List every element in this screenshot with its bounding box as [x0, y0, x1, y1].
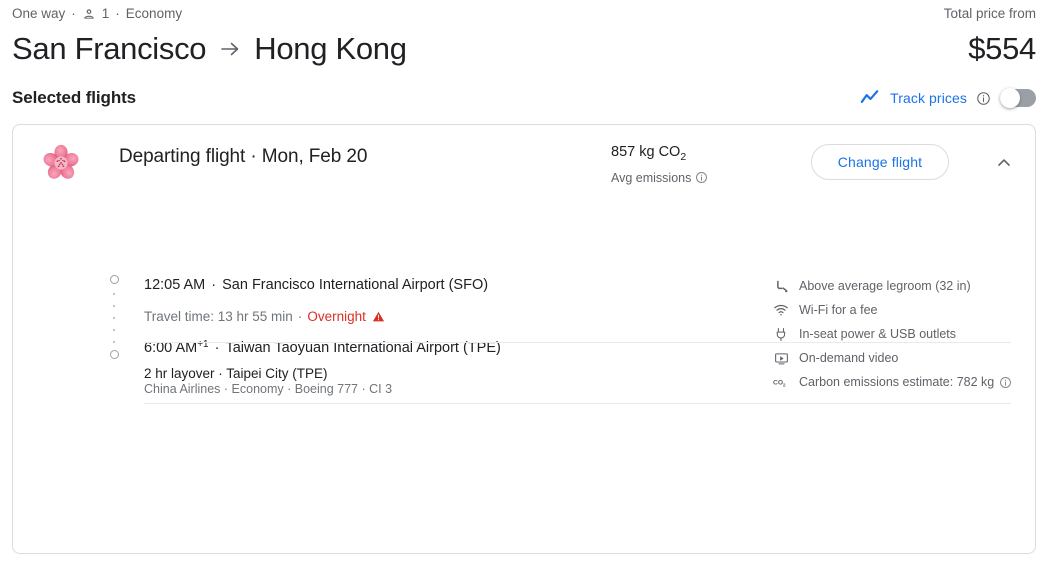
amenity-legroom-label: Above average legroom (32 in) [799, 279, 971, 293]
origin-city: San Francisco [12, 31, 207, 66]
segment-1-travel-time: Travel time: 13 hr 55 min [144, 309, 293, 324]
avg-emissions-block: 857 kg CO2 Avg emissions [611, 143, 708, 187]
destination-city: Hong Kong [254, 31, 407, 66]
amenity-wifi-label: Wi-Fi for a fee [799, 303, 878, 317]
amenity-legroom: Above average legroom (32 in) [773, 274, 1033, 298]
bullet-separator-2: · [214, 340, 220, 356]
bullet-separator: · [211, 277, 217, 293]
power-plug-icon [773, 327, 789, 342]
selected-flights-bar: Selected flights Track prices [12, 88, 1036, 108]
person-icon [82, 7, 96, 21]
total-price-label: Total price from [943, 6, 1036, 21]
segment-1-depart-time: 12:05 AM [144, 277, 206, 293]
toggle-knob [1000, 88, 1020, 108]
legroom-icon [773, 279, 789, 294]
segment-1-arrive-row: 6:00 AM +1 · Taiwan Taoyuan International… [144, 339, 501, 357]
carbon-info-icon[interactable] [999, 376, 1012, 389]
page-header: One way · 1 · Economy San Francisco Hong… [12, 6, 1036, 68]
amenity-video: On-demand video [773, 346, 1033, 370]
separator-dot: · [71, 6, 76, 21]
total-price-block: Total price from $554 [943, 6, 1037, 68]
avg-emissions-label: Avg emissions [611, 170, 692, 185]
svg-text:CO: CO [773, 379, 783, 386]
co2-icon: CO 2 [773, 376, 789, 388]
airline-logo-icon [39, 141, 83, 185]
segment-1-depart-airport: San Francisco International Airport (SFO… [222, 277, 489, 293]
segment-1-arrive-time: 6:00 AM [144, 340, 198, 356]
avg-emissions-amount: 857 kg CO2 [611, 143, 708, 167]
segment-1-amenities: Above average legroom (32 in) Wi-Fi for … [773, 274, 1033, 394]
trip-summary: One way · 1 · Economy [12, 6, 1036, 22]
arrow-right-icon [218, 37, 242, 61]
svg-text:2: 2 [783, 382, 786, 388]
carbon-estimate-text: Carbon emissions estimate: 782 kg [799, 375, 995, 389]
trending-up-icon [860, 90, 881, 106]
wifi-icon [773, 302, 789, 318]
segment-1-depart-row: 12:05 AM · San Francisco International A… [144, 275, 653, 295]
amenity-carbon-emissions-label: Carbon emissions estimate: 782 kg [799, 370, 1012, 394]
segment-1-travel-row: Travel time: 13 hr 55 min · Overnight [144, 307, 653, 326]
warning-triangle-icon [372, 310, 385, 323]
segment-1-arrive-airport: Taiwan Taoyuan International Airport (TP… [225, 340, 501, 356]
flight-card: Departing flight · Mon, Feb 20 857 kg CO… [12, 124, 1036, 554]
segment-1-details: 12:05 AM · San Francisco International A… [13, 275, 653, 398]
track-prices-toggle[interactable] [1000, 88, 1036, 108]
co2-subscript: 2 [680, 150, 687, 163]
emissions-value: 857 kg CO [611, 144, 681, 160]
track-prices-control[interactable]: Track prices [860, 88, 1036, 108]
video-icon [773, 351, 789, 366]
departing-flight-title: Departing flight · Mon, Feb 20 [119, 146, 368, 167]
separator-dot-2: · [115, 6, 120, 21]
amenity-carbon-emissions: CO 2 Carbon emissions estimate: 782 kg [773, 370, 1033, 394]
change-flight-button[interactable]: Change flight [811, 144, 949, 180]
amenity-video-label: On-demand video [799, 351, 899, 365]
trip-type-label: One way [12, 6, 66, 21]
route-title: San Francisco Hong Kong [12, 30, 1036, 68]
divider-above-layover [144, 342, 1011, 343]
collapse-chevron-up-icon[interactable] [988, 147, 1020, 179]
track-prices-label[interactable]: Track prices [890, 90, 967, 106]
flight-segment-1: 12:05 AM · San Francisco International A… [13, 199, 1035, 396]
flight-itinerary-page: One way · 1 · Economy San Francisco Hong… [0, 0, 1048, 570]
selected-flights-title: Selected flights [12, 88, 137, 107]
info-icon[interactable] [976, 91, 991, 106]
travel-separator: · [297, 309, 303, 324]
flight-card-header: Departing flight · Mon, Feb 20 857 kg CO… [13, 125, 1035, 199]
divider-below-layover [144, 403, 1011, 404]
cabin-class-label: Economy [125, 6, 183, 21]
emissions-info-icon[interactable] [695, 171, 708, 184]
segment-1-overnight-label: Overnight [307, 309, 366, 324]
total-price-value: $554 [968, 31, 1036, 66]
amenity-wifi: Wi-Fi for a fee [773, 298, 1033, 322]
avg-emissions-label-row: Avg emissions [611, 169, 708, 187]
passenger-count: 1 [101, 6, 110, 21]
layover-info: 2 hr layover · Taipei City (TPE) [144, 366, 328, 381]
